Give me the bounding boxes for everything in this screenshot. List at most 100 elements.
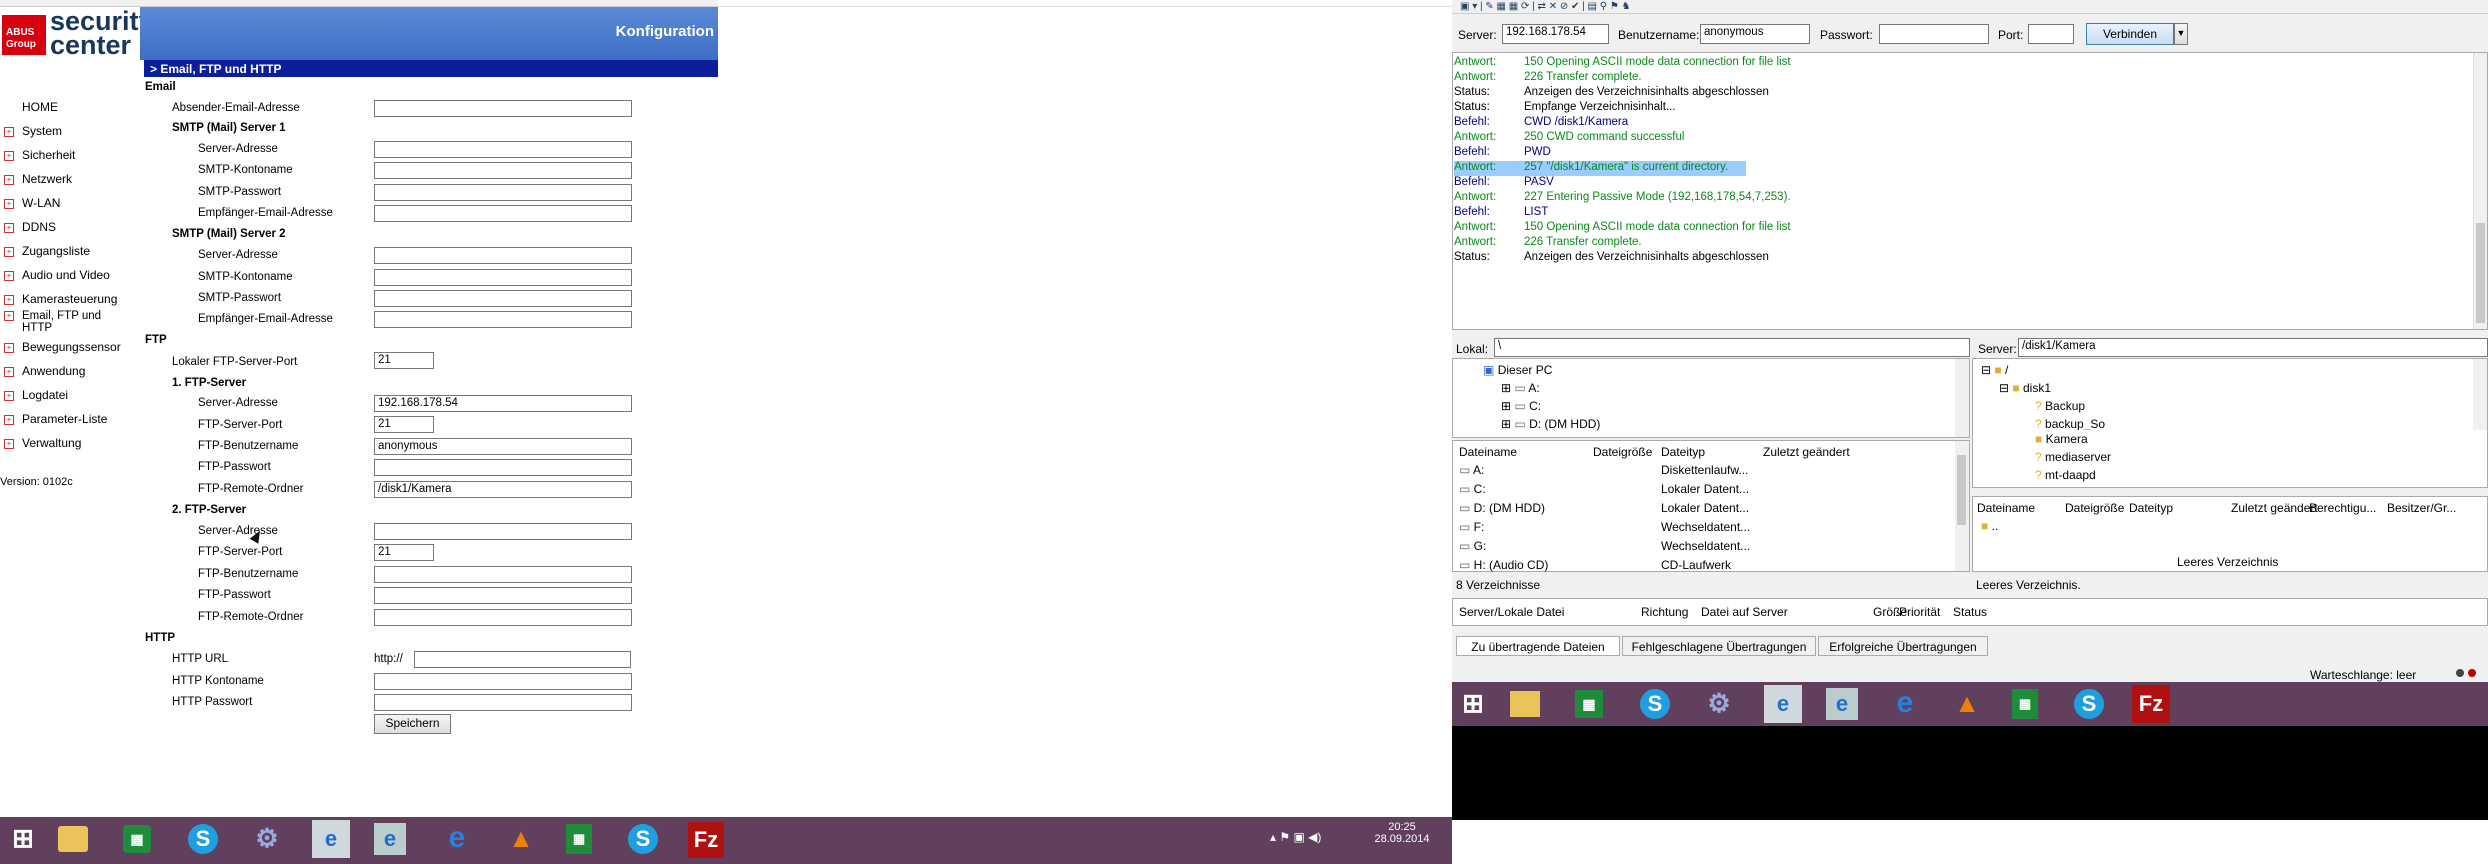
ftp1-server-input[interactable]: 192.168.178.54 xyxy=(374,395,632,412)
rtree-backup[interactable]: ? Backup xyxy=(2035,399,2085,413)
nav-item[interactable]: + Zugangsliste xyxy=(0,244,140,258)
ftp2-remote-input[interactable] xyxy=(374,609,632,626)
nav-item[interactable]: + Anwendung xyxy=(0,364,140,378)
local-file-list[interactable]: Dateiname Dateigröße Dateityp Zuletzt geänd… xyxy=(1452,440,1970,572)
tree-d[interactable]: ⊞ ▭ D: (DM HDD) xyxy=(1501,417,1600,431)
explorer-icon[interactable] xyxy=(58,826,88,852)
store-icon[interactable]: ▦ xyxy=(123,825,151,853)
http-url-input[interactable] xyxy=(414,651,631,668)
local-tree-scrollbar[interactable] xyxy=(1955,359,1969,437)
smtp1-recipient-input[interactable] xyxy=(374,205,632,222)
smtp2-server-input[interactable] xyxy=(374,247,632,264)
column-header[interactable]: Datei auf Server xyxy=(1701,605,1788,619)
local-list-scrollbar[interactable] xyxy=(1955,441,1969,571)
local-file-row[interactable]: ▭ F: xyxy=(1459,520,1484,534)
smtp2-recipient-input[interactable] xyxy=(374,311,632,328)
nav-item[interactable]: + Logdatei xyxy=(0,388,140,402)
remote-tree-more[interactable]: ■ Kamera ? mediaserver ? mt-daapd xyxy=(1972,430,2488,488)
skype-icon-r[interactable]: S xyxy=(1640,689,1670,719)
ftp2-port-input[interactable]: 21 xyxy=(374,544,434,561)
queue-pane[interactable]: Server/Lokale Datei Richtung Datei auf Ser… xyxy=(1452,598,2488,626)
column-header[interactable]: Zuletzt geändert xyxy=(2231,501,2318,515)
clock[interactable]: 20:25 28.09.2014 xyxy=(1372,821,1432,845)
message-log[interactable]: Antwort: 150 Opening ASCII mode data conn… xyxy=(1452,52,2488,330)
skype-icon-r2[interactable]: S xyxy=(2074,689,2104,719)
explorer-icon-r[interactable] xyxy=(1510,691,1540,717)
calculator-icon[interactable]: ▦ xyxy=(566,824,592,854)
nav-item[interactable]: + Email, FTP und HTTP xyxy=(0,310,140,334)
network-tool-icon[interactable]: ⚙ xyxy=(250,821,284,855)
tray-icons[interactable]: ▴ ⚑ ▣ ◀) xyxy=(1270,830,1321,844)
ftp1-user-input[interactable]: anonymous xyxy=(374,438,632,455)
queue-tab[interactable]: Fehlgeschlagene Übertragungen xyxy=(1622,636,1816,656)
log-scrollbar[interactable] xyxy=(2473,53,2487,329)
column-header[interactable]: Status xyxy=(1953,605,1987,619)
column-header[interactable]: Zuletzt geändert xyxy=(1763,445,1850,459)
filezilla-icon[interactable]: Fz xyxy=(688,822,724,858)
smtp1-account-input[interactable] xyxy=(374,162,632,179)
windows-start-icon[interactable]: ⊞ xyxy=(6,821,40,855)
column-header[interactable]: Richtung xyxy=(1641,605,1688,619)
ftp1-remote-input[interactable]: /disk1/Kamera xyxy=(374,481,632,498)
remote-tree[interactable]: ⊟ ■ / ⊟ ■ disk1 ? Backup ? backup_So xyxy=(1972,358,2488,438)
rtree-mediaserver[interactable]: ? mediaserver xyxy=(2035,450,2111,464)
remote-path-input[interactable]: /disk1/Kamera xyxy=(2018,338,2488,357)
vlc-icon[interactable]: ▲ xyxy=(504,821,538,855)
rtree-root[interactable]: ⊟ ■ / xyxy=(1981,363,2008,377)
user-input[interactable]: anonymous xyxy=(1700,24,1810,44)
nav-item[interactable]: + Audio und Video xyxy=(0,268,140,282)
sender-input[interactable] xyxy=(374,100,632,117)
local-list-scroll-thumb[interactable] xyxy=(1957,455,1966,525)
nav-item[interactable]: + Bewegungssensor xyxy=(0,340,140,354)
ftp2-user-input[interactable] xyxy=(374,566,632,583)
rtree-backup-so[interactable]: ? backup_So xyxy=(2035,417,2105,431)
column-header[interactable]: Dateigröße xyxy=(1593,445,1652,459)
column-header[interactable]: Priorität xyxy=(1899,605,1940,619)
skype-icon-2[interactable]: S xyxy=(628,824,658,854)
column-header[interactable]: Server/Lokale Datei xyxy=(1459,605,1564,619)
ftp2-server-input[interactable] xyxy=(374,523,632,540)
nav-item[interactable]: + System xyxy=(0,124,140,138)
ie-icon-r2[interactable]: e xyxy=(1826,688,1858,720)
filezilla-icon-r[interactable]: Fz xyxy=(2132,685,2170,723)
column-header[interactable]: Dateiname xyxy=(1459,445,1517,459)
ie-icon-2[interactable]: e xyxy=(374,823,406,855)
nav-item[interactable]: HOME xyxy=(0,100,140,114)
nav-item[interactable]: + Kamerasteuerung xyxy=(0,292,140,306)
http-password-input[interactable] xyxy=(374,694,632,711)
windows-start-icon-r[interactable]: ⊞ xyxy=(1456,686,1490,720)
column-header[interactable]: Besitzer/Gr... xyxy=(2387,501,2456,515)
local-tree[interactable]: ▣ Dieser PC ⊞ ▭ A: ⊞ ▭ C: ⊞ ▭ D: (DM HDD… xyxy=(1452,358,1970,438)
local-file-row[interactable]: ▭ C: xyxy=(1459,482,1486,496)
connect-dropdown[interactable]: ▼ xyxy=(2174,23,2188,45)
save-button[interactable]: Speichern xyxy=(374,714,451,734)
queue-tab[interactable]: Zu übertragende Dateien xyxy=(1456,636,1620,656)
toolbar-icons[interactable]: ▣ ▾ | ✎ ▦ ▦ ⟳ | ⇄ ✕ ⊘ ✔ | ▤ ⚲ ⚑ ♞ xyxy=(1460,1,1631,12)
vlc-icon-r[interactable]: ▲ xyxy=(1950,686,1984,720)
ftp1-pass-input[interactable] xyxy=(374,459,632,476)
tree-a[interactable]: ⊞ ▭ A: xyxy=(1501,381,1540,395)
http-account-input[interactable] xyxy=(374,673,632,690)
local-file-row[interactable]: ▭ G: xyxy=(1459,539,1486,553)
ftp2-pass-input[interactable] xyxy=(374,587,632,604)
column-header[interactable]: Dateigröße xyxy=(2065,501,2124,515)
column-header[interactable]: Berechtigu... xyxy=(2309,501,2376,515)
nav-item[interactable]: + W-LAN xyxy=(0,196,140,210)
queue-tab[interactable]: Erfolgreiche Übertragungen xyxy=(1818,636,1988,656)
port-input[interactable] xyxy=(2028,24,2074,44)
ie-icon-r[interactable]: e xyxy=(1764,685,1802,723)
smtp2-password-input[interactable] xyxy=(374,290,632,307)
smtp1-server-input[interactable] xyxy=(374,141,632,158)
local-file-row[interactable]: ▭ H: (Audio CD) xyxy=(1459,558,1548,572)
rtree-disk1[interactable]: ⊟ ■ disk1 xyxy=(1999,381,2051,395)
remote-up-dir[interactable]: ■ .. xyxy=(1981,519,1998,533)
local-path-input[interactable]: \ xyxy=(1494,338,1970,357)
nav-item[interactable]: + Verwaltung xyxy=(0,436,140,450)
remote-file-list[interactable]: Dateiname Dateigröße Dateityp Zuletzt geänd… xyxy=(1972,496,2488,572)
local-ftp-port-input[interactable]: 21 xyxy=(374,352,434,369)
tree-this-pc[interactable]: ▣ Dieser PC xyxy=(1483,363,1552,377)
nav-item[interactable]: + Sicherheit xyxy=(0,148,140,162)
ie-icon-active[interactable]: e xyxy=(312,820,350,858)
rtree-mt-daapd[interactable]: ? mt-daapd xyxy=(2035,468,2096,482)
calculator-icon-r[interactable]: ▦ xyxy=(2012,689,2038,719)
